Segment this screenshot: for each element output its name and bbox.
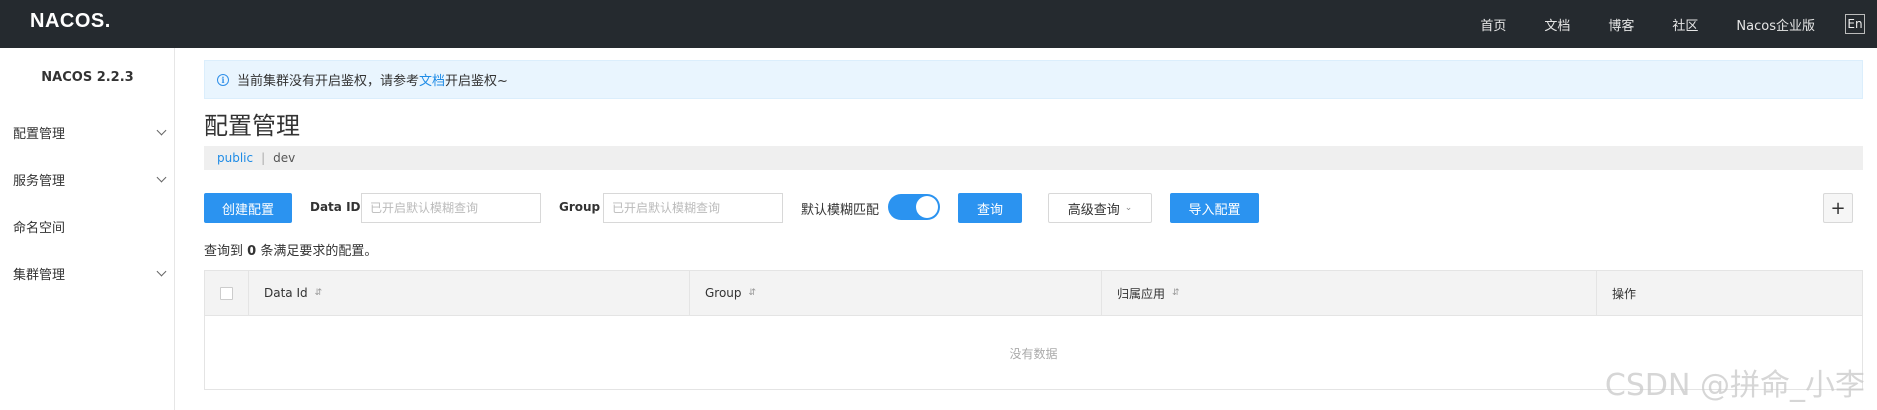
- table-header: Data Id ⇵ Group ⇵ 归属应用 ⇵ 操作: [205, 271, 1862, 316]
- select-all-checkbox[interactable]: [220, 286, 233, 300]
- toggle-knob: [916, 196, 938, 218]
- dataid-label: Data ID: [310, 200, 361, 214]
- column-header-group[interactable]: Group ⇵: [690, 271, 1102, 315]
- result-suffix: 条满足要求的配置。: [260, 244, 378, 259]
- sidebar-item-service-management[interactable]: 服务管理: [0, 163, 175, 195]
- sidebar-item-cluster-management[interactable]: 集群管理: [0, 257, 175, 289]
- add-icon[interactable]: +: [1823, 193, 1853, 223]
- info-icon: i: [217, 73, 229, 86]
- namespace-public[interactable]: public: [217, 151, 253, 165]
- sidebar-item-label: 配置管理: [13, 126, 66, 142]
- alert-text: 当前集群没有开启鉴权，请参考: [237, 74, 420, 89]
- sidebar-item-label: 命名空间: [13, 220, 66, 236]
- sidebar: NACOS 2.2.3 配置管理 服务管理 命名空间 集群管理: [0, 48, 175, 410]
- namespace-bar: public | dev: [204, 146, 1863, 170]
- column-header-dataid[interactable]: Data Id ⇵: [249, 271, 690, 315]
- nav-enterprise[interactable]: Nacos企业版: [1736, 15, 1815, 34]
- chevron-down-icon: ⌄: [1124, 203, 1133, 213]
- top-nav: 首页 文档 博客 社区 Nacos企业版 En: [1480, 0, 1877, 48]
- version-label: NACOS 2.2.3: [41, 70, 134, 85]
- alert-suffix: 开启鉴权~: [445, 74, 508, 89]
- advanced-query-label: 高级查询: [1067, 202, 1120, 218]
- chevron-down-icon: [156, 125, 167, 136]
- nacos-logo[interactable]: NACOS.: [30, 10, 111, 33]
- auth-alert: i 当前集群没有开启鉴权，请参考 文档 开启鉴权~: [204, 60, 1863, 99]
- nav-blog[interactable]: 博客: [1608, 15, 1634, 34]
- sidebar-item-config-management[interactable]: 配置管理: [0, 116, 175, 148]
- sidebar-item-label: 集群管理: [13, 267, 66, 283]
- fuzzy-match-toggle[interactable]: [888, 194, 940, 220]
- fuzzy-match-label: 默认模糊匹配: [801, 203, 880, 218]
- alert-docs-link[interactable]: 文档: [419, 70, 445, 89]
- sort-icon[interactable]: ⇵: [1172, 288, 1180, 298]
- result-summary: 查询到 0 条满足要求的配置。: [204, 240, 377, 259]
- language-switch-button[interactable]: En: [1845, 14, 1865, 34]
- namespace-dev[interactable]: dev: [273, 151, 295, 165]
- import-config-button[interactable]: 导入配置: [1170, 193, 1259, 223]
- watermark: CSDN @拼命_小李: [1604, 368, 1865, 403]
- column-label: Group: [705, 286, 742, 300]
- top-navbar: NACOS. 首页 文档 博客 社区 Nacos企业版 En: [0, 0, 1877, 48]
- nav-community[interactable]: 社区: [1672, 15, 1698, 34]
- column-label: 操作: [1612, 286, 1637, 301]
- chevron-down-icon: [156, 266, 167, 277]
- create-config-button[interactable]: 创建配置: [204, 193, 292, 223]
- group-input[interactable]: [603, 193, 783, 223]
- namespace-separator: |: [261, 151, 266, 165]
- nav-docs[interactable]: 文档: [1544, 15, 1570, 34]
- chevron-down-icon: [156, 172, 167, 183]
- sidebar-item-label: 服务管理: [13, 173, 66, 189]
- query-button[interactable]: 查询: [958, 193, 1022, 223]
- sort-icon[interactable]: ⇵: [749, 288, 757, 298]
- sidebar-item-namespace[interactable]: 命名空间: [0, 210, 175, 242]
- dataid-input[interactable]: [361, 193, 541, 223]
- result-count: 0: [247, 244, 257, 259]
- column-header-actions: 操作: [1597, 271, 1862, 315]
- page-title: 配置管理: [204, 112, 300, 140]
- group-label: Group: [559, 200, 601, 214]
- result-prefix: 查询到: [204, 244, 244, 259]
- advanced-query-button[interactable]: 高级查询 ⌄: [1048, 193, 1152, 223]
- sort-icon[interactable]: ⇵: [315, 288, 323, 298]
- select-all-cell: [205, 271, 249, 315]
- nav-home[interactable]: 首页: [1480, 15, 1506, 34]
- column-label: Data Id: [264, 286, 308, 300]
- column-label: 归属应用: [1117, 286, 1166, 301]
- column-header-app[interactable]: 归属应用 ⇵: [1102, 271, 1597, 315]
